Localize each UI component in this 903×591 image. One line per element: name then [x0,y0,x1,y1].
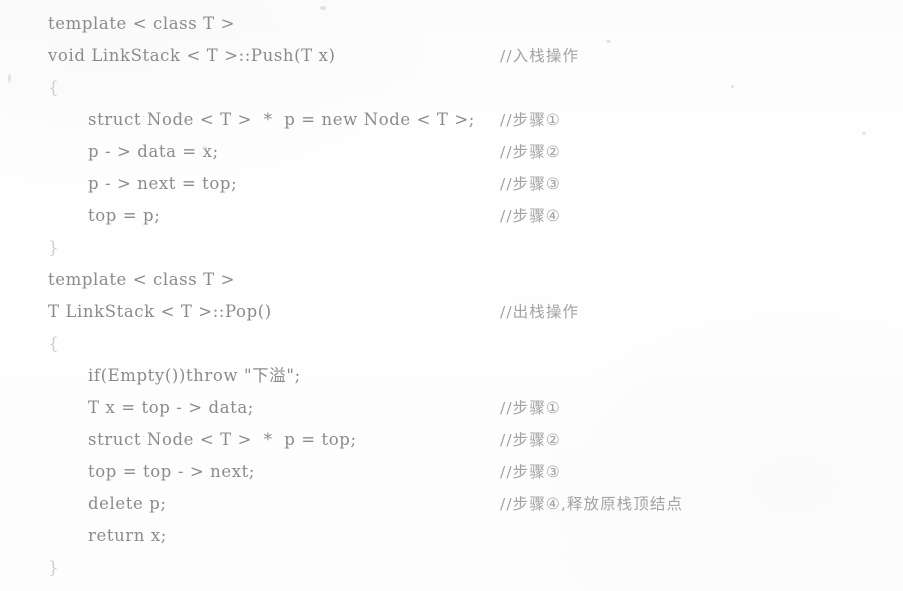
code-brace: { [48,334,60,354]
code-line: if(Empty())throw "下溢"; [0,360,903,392]
code-line: struct Node < T > * p = new Node < T >; /… [0,104,903,136]
code-comment: //步骤④ [500,207,561,225]
code-comment: //步骤④,释放原栈顶结点 [500,495,684,513]
code-brace: } [48,558,60,578]
code-comment: //出栈操作 [500,303,580,321]
code-line: T LinkStack < T >::Pop() //出栈操作 [0,296,903,328]
code-comment: //入栈操作 [500,47,580,65]
code-line: top = top - > next; //步骤③ [0,456,903,488]
code-line: } [0,552,903,584]
code-brace: { [48,78,60,98]
code-line: struct Node < T > * p = top; //步骤② [0,424,903,456]
code-line: top = p; //步骤④ [0,200,903,232]
code-statement: struct Node < T > * p = new Node < T >; [88,110,475,129]
code-statement: template < class T > [48,14,236,33]
code-line: T x = top - > data; //步骤① [0,392,903,424]
code-statement: T LinkStack < T >::Pop() [48,302,272,321]
code-comment: //步骤③ [500,463,561,481]
code-line: template < class T > [0,264,903,296]
code-comment: //步骤① [500,111,561,129]
code-statement: T x = top - > data; [88,398,254,417]
code-brace: } [48,238,60,258]
code-line: } [0,232,903,264]
code-statement: return x; [88,526,167,545]
code-statement: struct Node < T > * p = top; [88,430,357,449]
code-statement: template < class T > [48,270,236,289]
code-statement: if(Empty())throw "下溢"; [88,366,301,385]
code-line: { [0,72,903,104]
code-statement: p - > next = top; [88,174,238,193]
code-statement: top = top - > next; [88,462,255,481]
code-line: void LinkStack < T >::Push(T x) //入栈操作 [0,40,903,72]
code-statement: p - > data = x; [88,142,219,161]
code-comment: //步骤② [500,431,561,449]
code-comment: //步骤① [500,399,561,417]
scanned-page: template < class T > void LinkStack < T >… [0,0,903,591]
code-listing: template < class T > void LinkStack < T >… [0,0,903,591]
code-statement: top = p; [88,206,161,225]
code-line: p - > next = top; //步骤③ [0,168,903,200]
code-line: { [0,328,903,360]
code-line: template < class T > [0,8,903,40]
code-statement: void LinkStack < T >::Push(T x) [48,46,336,65]
code-comment: //步骤③ [500,175,561,193]
code-line: delete p; //步骤④,释放原栈顶结点 [0,488,903,520]
code-statement: delete p; [88,494,167,513]
code-line: p - > data = x; //步骤② [0,136,903,168]
code-comment: //步骤② [500,143,561,161]
code-line: return x; [0,520,903,552]
